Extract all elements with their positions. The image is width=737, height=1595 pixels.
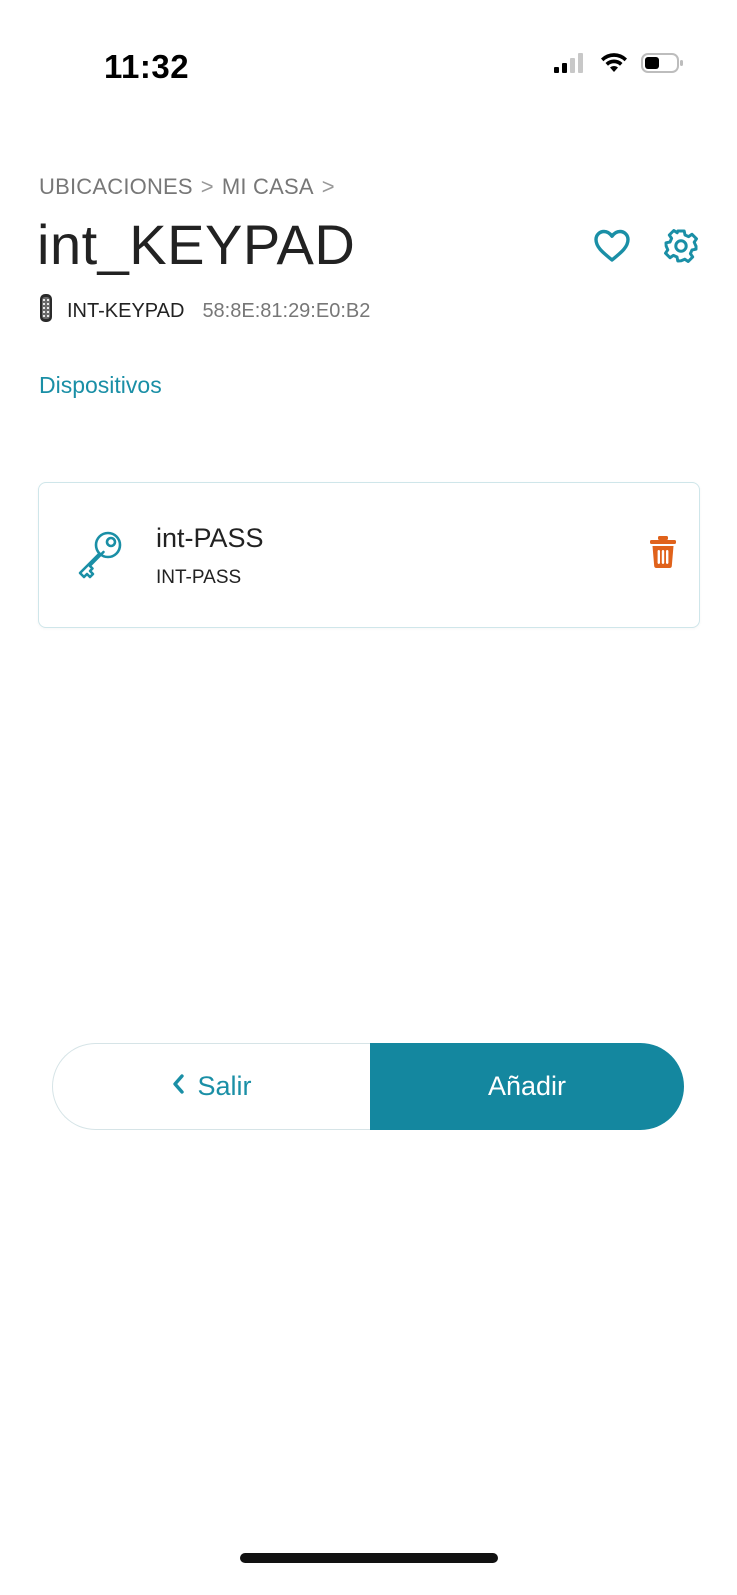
breadcrumb-item-home[interactable]: MI CASA [222, 174, 314, 200]
breadcrumb-separator: > [200, 174, 214, 199]
keypad-device-icon [39, 293, 53, 329]
home-indicator [240, 1553, 498, 1563]
trash-icon [650, 536, 676, 568]
battery-icon [641, 52, 685, 79]
status-icons [553, 52, 685, 79]
favorite-button[interactable] [593, 229, 631, 263]
exit-button-label: Salir [197, 1071, 252, 1101]
bottom-actions: Salir Añadir [52, 1043, 684, 1130]
device-info: INT-KEYPAD 58:8E:81:29:E0:B2 [39, 293, 370, 329]
tab-devices[interactable]: Dispositivos [39, 372, 162, 399]
breadcrumb-item-locations[interactable]: UBICACIONES [39, 174, 193, 200]
exit-button[interactable]: Salir [52, 1043, 370, 1130]
breadcrumb-separator: > [321, 174, 335, 199]
screen: 11:32 UBICACIONES > MI CASA > int_KEYPAD… [0, 0, 737, 1595]
add-button-label: Añadir [487, 1071, 567, 1101]
device-model: INT-KEYPAD [67, 299, 185, 322]
cellular-signal-icon [553, 52, 587, 79]
chevron-left-icon [171, 1071, 185, 1102]
device-mac-address: 58:8E:81:29:E0:B2 [202, 299, 371, 322]
status-time: 11:32 [104, 48, 190, 85]
heart-icon [594, 229, 630, 262]
device-type: INT-PASS [156, 567, 242, 588]
header-actions [593, 228, 699, 264]
breadcrumb: UBICACIONES > MI CASA > [39, 174, 335, 200]
gear-icon [664, 229, 698, 263]
device-header: UBICACIONES > MI CASA > int_KEYPAD INT-K… [0, 110, 737, 425]
add-button[interactable]: Añadir [370, 1043, 684, 1130]
device-card-int-pass[interactable]: int-PASS INT-PASS [38, 482, 700, 628]
delete-device-button[interactable] [649, 535, 677, 569]
device-name: int-PASS [156, 523, 264, 553]
page-title: int_KEYPAD [37, 213, 356, 276]
settings-button[interactable] [663, 228, 699, 264]
wifi-icon [599, 52, 629, 79]
status-bar: 11:32 [0, 0, 737, 110]
key-icon [75, 529, 125, 584]
